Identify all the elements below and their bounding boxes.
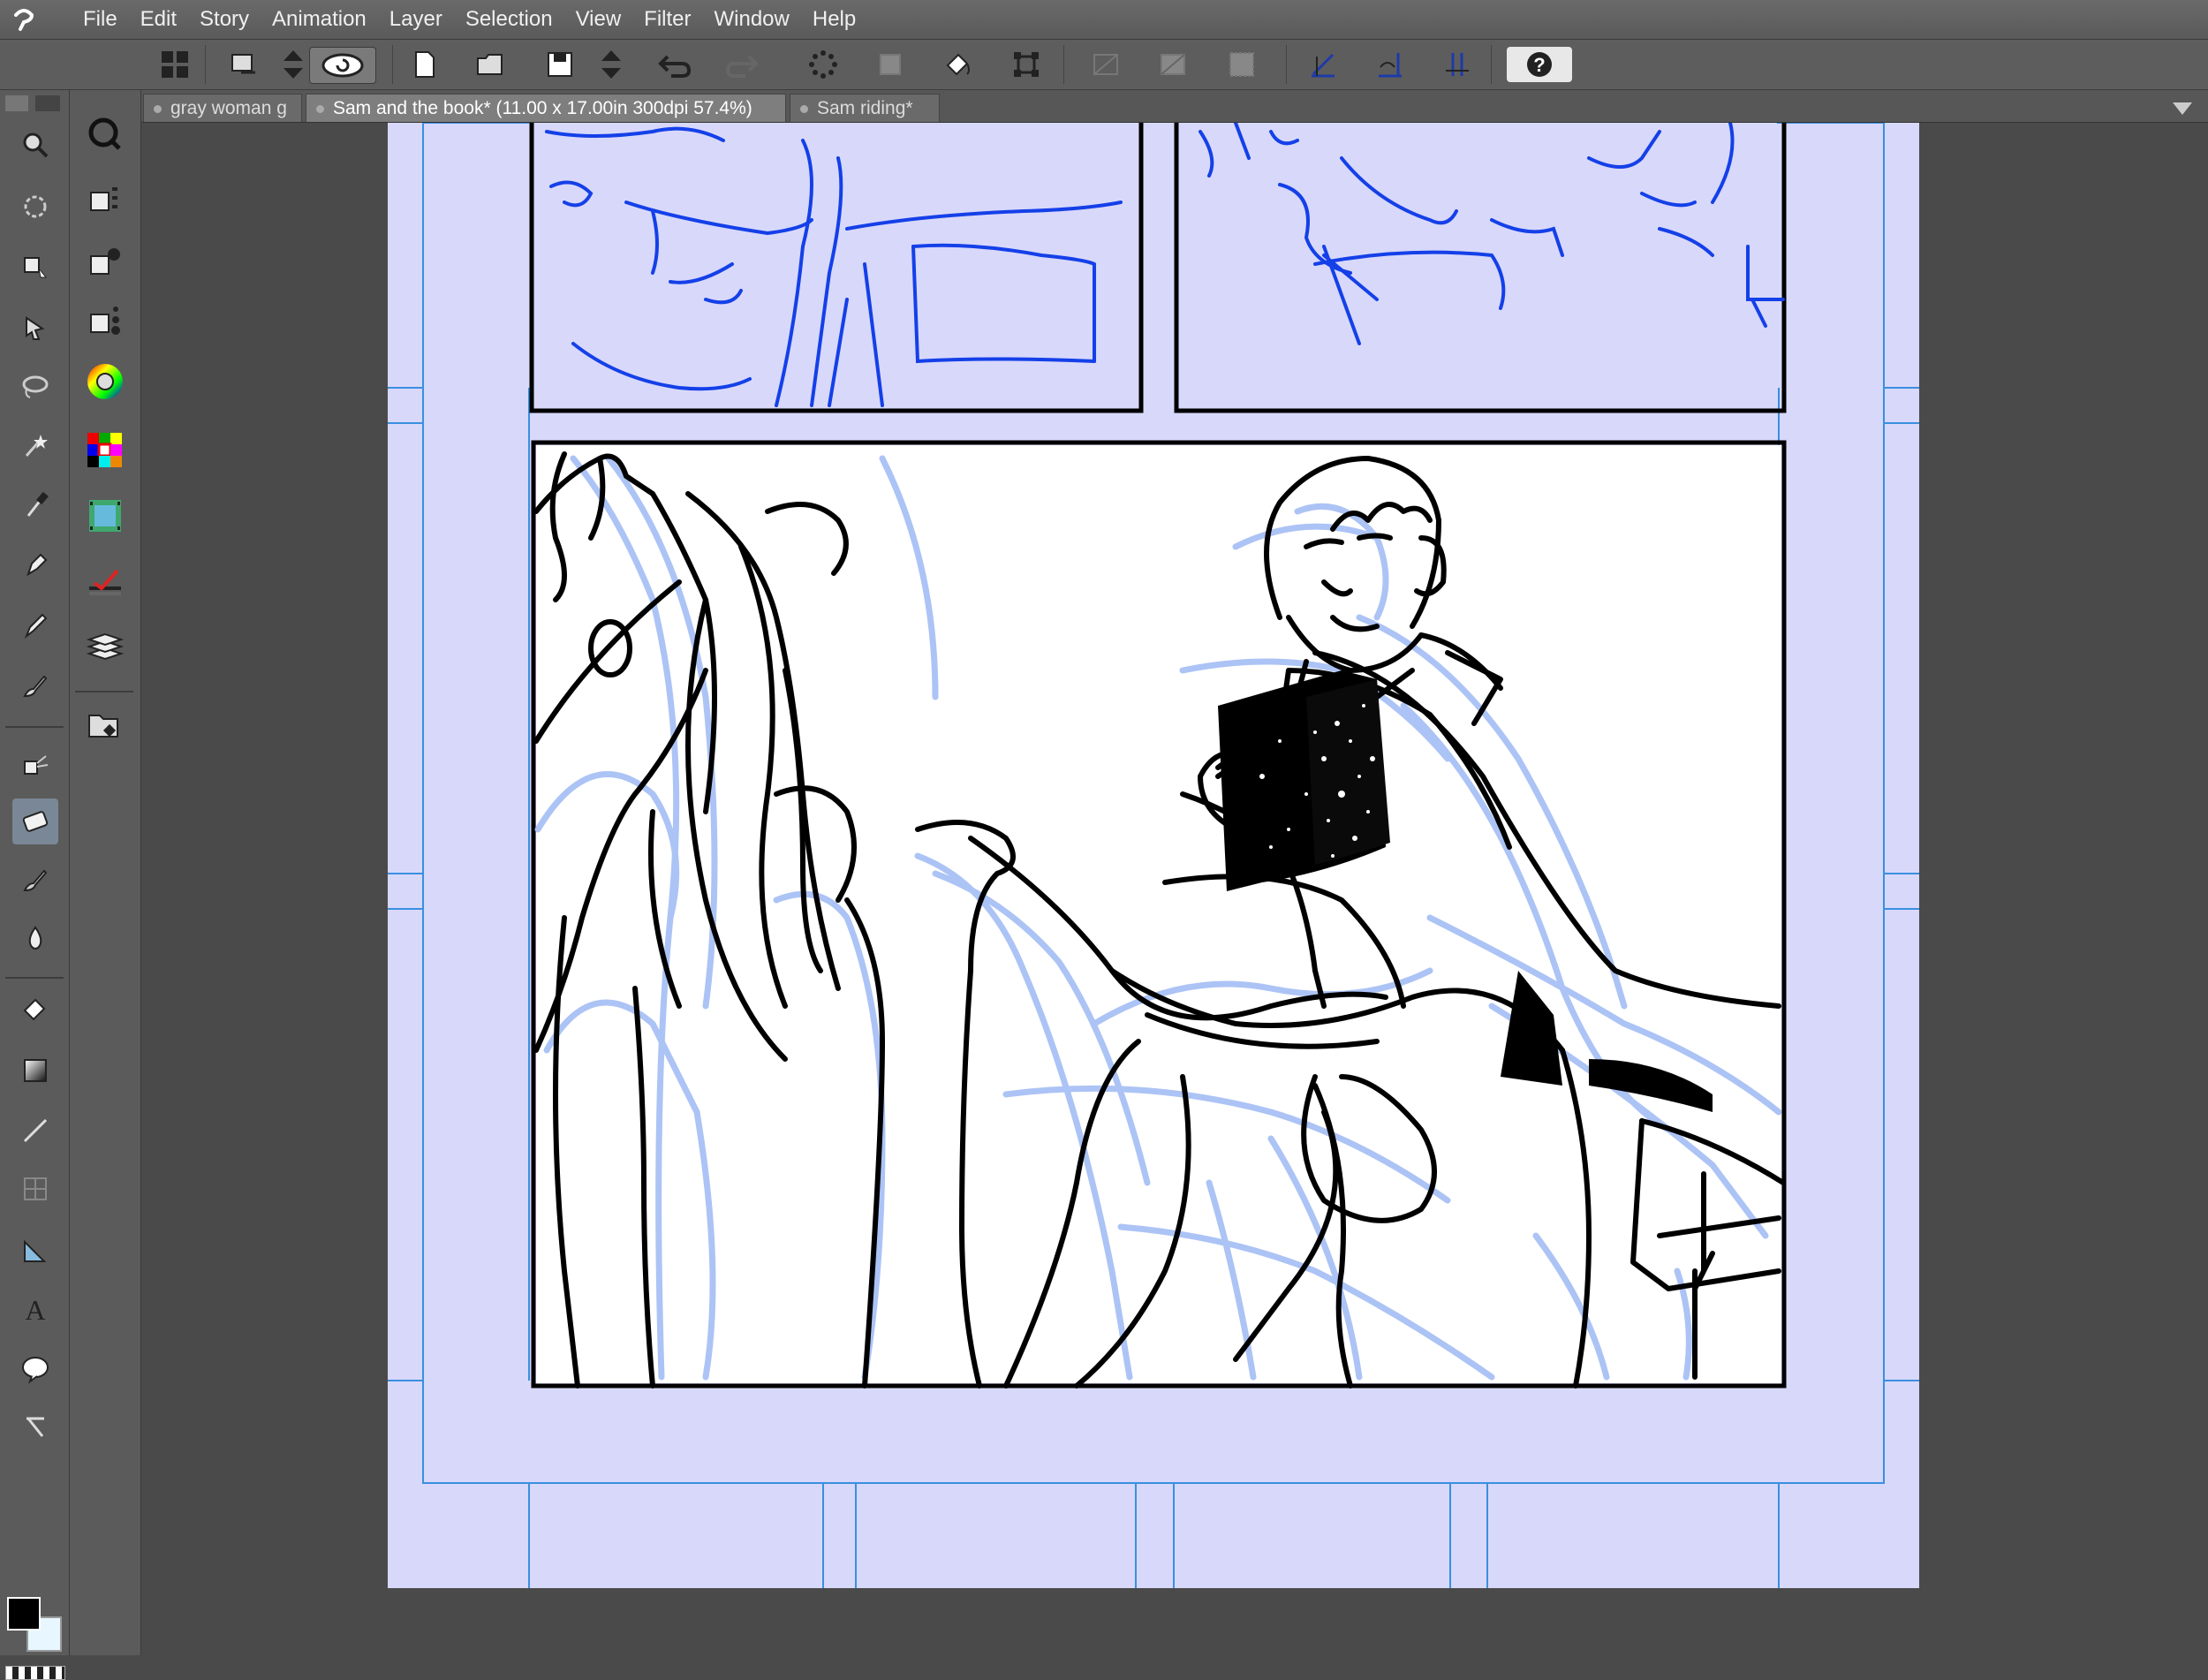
menu-selection[interactable]: Selection: [465, 7, 553, 32]
text-icon[interactable]: A: [12, 1286, 58, 1332]
menu-layer[interactable]: Layer: [389, 7, 442, 32]
transform-selection-icon[interactable]: [1009, 47, 1044, 82]
pencil-icon[interactable]: [12, 602, 58, 648]
airbrush-icon[interactable]: [12, 740, 58, 786]
transform-icon[interactable]: [226, 47, 261, 82]
search-icon[interactable]: [82, 111, 128, 157]
palette-bar: [70, 90, 141, 1655]
help-icon[interactable]: ?: [1507, 47, 1572, 82]
lasso-icon[interactable]: [12, 364, 58, 410]
line-icon[interactable]: [12, 1108, 58, 1154]
ruler-off-icon[interactable]: [1088, 47, 1123, 82]
svg-text:?: ?: [1533, 54, 1545, 76]
animation-timeline-icon[interactable]: [82, 493, 128, 539]
tab-status-dot: [800, 105, 808, 113]
main-color-swatch[interactable]: [7, 1597, 41, 1631]
menu-edit[interactable]: Edit: [140, 7, 177, 32]
blend-icon[interactable]: [12, 857, 58, 903]
material-icon[interactable]: [82, 703, 128, 749]
tab-status-dot: [316, 105, 324, 113]
ruler-icon[interactable]: [12, 1228, 58, 1274]
eraser-icon[interactable]: [12, 798, 58, 844]
menu-file[interactable]: File: [83, 7, 117, 32]
menu-story[interactable]: Story: [200, 7, 249, 32]
operation-icon[interactable]: [12, 306, 58, 352]
transparent-color-swatch[interactable]: [5, 1666, 65, 1680]
zoom-icon[interactable]: [12, 122, 58, 168]
document-tab-bar: gray woman g Sam and the book* (11.00 x …: [141, 90, 2208, 123]
tab-gray-woman[interactable]: gray woman g: [143, 94, 302, 122]
manga-page[interactable]: [388, 123, 1919, 1588]
ruler-icon[interactable]: [1155, 47, 1191, 82]
undo-icon[interactable]: [657, 47, 692, 82]
color-wheel-icon[interactable]: [82, 359, 128, 405]
tab-status-dot: [154, 105, 162, 113]
canvas-area[interactable]: [141, 123, 2208, 1655]
svg-text:A: A: [25, 1294, 45, 1325]
menu-animation[interactable]: Animation: [272, 7, 367, 32]
menu-view[interactable]: View: [576, 7, 622, 32]
up-down-icon[interactable]: [276, 47, 311, 82]
tool-property-icon[interactable]: [82, 238, 128, 284]
fill-icon[interactable]: [12, 988, 58, 1033]
layers-icon[interactable]: [82, 624, 128, 670]
clip-studio-logo-icon[interactable]: [0, 0, 48, 39]
menu-window[interactable]: Window: [715, 7, 790, 32]
deselect-icon[interactable]: [805, 47, 841, 82]
workspace-grid-icon[interactable]: [157, 47, 193, 82]
magic-wand-icon[interactable]: [12, 422, 58, 468]
save-icon[interactable]: [542, 47, 578, 82]
liquify-icon[interactable]: [12, 915, 58, 961]
new-page-icon[interactable]: [406, 47, 442, 82]
frame-icon[interactable]: [12, 1166, 58, 1212]
brush-size-icon[interactable]: [82, 297, 128, 343]
color-set-icon[interactable]: [82, 428, 128, 473]
tab-sam-riding[interactable]: Sam riding*: [790, 94, 940, 122]
tab-sam-and-the-book[interactable]: Sam and the book* (11.00 x 17.00in 300dp…: [306, 94, 786, 122]
rotate-icon[interactable]: [309, 47, 376, 84]
layer-property-icon[interactable]: [82, 558, 128, 604]
open-icon[interactable]: [473, 47, 509, 82]
snap-icon[interactable]: [1440, 47, 1475, 82]
command-bar: ?: [0, 40, 2208, 90]
sub-tool-icon[interactable]: [82, 175, 128, 221]
tool-palette: A: [0, 90, 70, 1680]
menu-bar: File Edit Story Animation Layer Selectio…: [0, 0, 2208, 40]
balloon-icon[interactable]: [12, 1346, 58, 1392]
rotate-view-icon[interactable]: [12, 184, 58, 230]
tab-menu-chevron-down-icon[interactable]: [2169, 97, 2196, 118]
redo-icon[interactable]: [724, 47, 760, 82]
pen-icon[interactable]: [12, 542, 58, 588]
menu-filter[interactable]: Filter: [644, 7, 691, 32]
symmetry-ruler-icon[interactable]: [1372, 47, 1408, 82]
up-down-icon[interactable]: [594, 47, 629, 82]
object-icon[interactable]: [12, 244, 58, 290]
perspective-ruler-icon[interactable]: [1305, 47, 1341, 82]
gradient-icon[interactable]: [12, 1048, 58, 1094]
menu-help[interactable]: Help: [813, 7, 856, 32]
selection-icon[interactable]: [873, 47, 908, 82]
brush-icon[interactable]: [12, 662, 58, 708]
correction-icon[interactable]: [12, 1404, 58, 1450]
grid-icon[interactable]: [1224, 47, 1259, 82]
eyedropper-icon[interactable]: [12, 482, 58, 528]
page-artwork: [388, 123, 1919, 1588]
fill-icon[interactable]: [940, 47, 975, 82]
